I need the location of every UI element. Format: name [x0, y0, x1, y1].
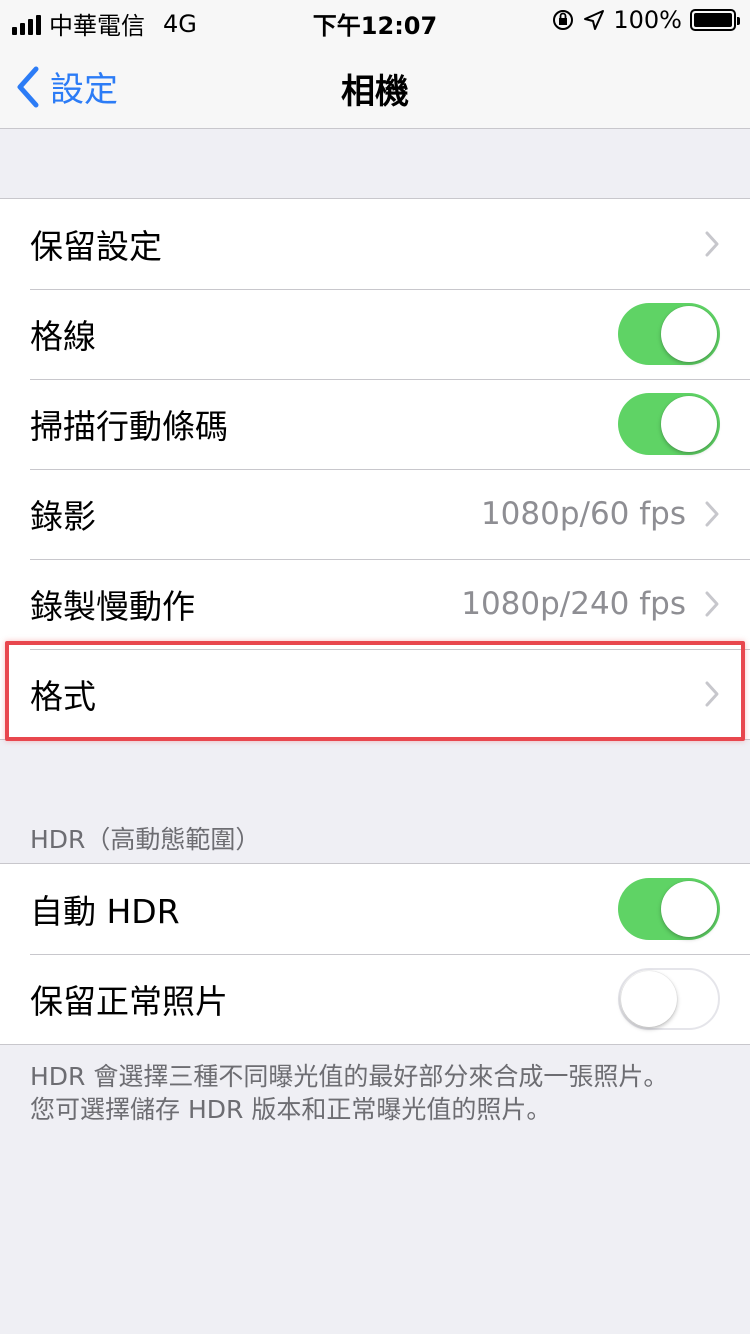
hdr-group: 自動 HDR 保留正常照片 — [0, 863, 750, 1045]
footer-line: HDR 會選擇三種不同曝光值的最好部分來合成一張照片。 — [30, 1062, 669, 1091]
status-bar: 中華電信 4G 下午12:07 100% — [0, 0, 750, 40]
chevron-right-icon — [705, 591, 719, 617]
status-right: 100% — [551, 6, 740, 34]
chevron-right-icon — [705, 231, 719, 257]
scan-qr-toggle[interactable] — [618, 393, 720, 455]
row-record-slomo[interactable]: 錄製慢動作 1080p/240 fps — [0, 559, 750, 649]
grid-toggle[interactable] — [618, 303, 720, 365]
row-record-video[interactable]: 錄影 1080p/60 fps — [0, 469, 750, 559]
row-auto-hdr: 自動 HDR — [0, 864, 750, 954]
battery-percent: 100% — [613, 6, 682, 34]
page-title: 相機 — [341, 72, 409, 112]
row-label: 保留正常照片 — [30, 982, 228, 1021]
row-keep-normal-photo: 保留正常照片 — [0, 954, 750, 1044]
battery-icon — [690, 9, 740, 31]
row-value: 1080p/60 fps — [480, 496, 686, 532]
row-label: 掃描行動條碼 — [30, 407, 228, 446]
row-value: 1080p/240 fps — [461, 586, 686, 622]
row-preserve-settings[interactable]: 保留設定 — [0, 199, 750, 289]
row-formats[interactable]: 格式 — [0, 649, 750, 739]
row-label: 格式 — [30, 677, 96, 716]
keep-normal-photo-toggle[interactable] — [618, 968, 720, 1030]
row-label: 自動 HDR — [30, 892, 180, 931]
row-label: 錄製慢動作 — [30, 587, 195, 626]
row-label: 錄影 — [30, 497, 96, 536]
rotation-lock-icon — [553, 10, 574, 30]
chevron-right-icon — [705, 501, 719, 527]
camera-settings-group: 保留設定 格線 掃描行動條碼 錄影 1080p/60 fps 錄製慢動作 108… — [0, 198, 750, 740]
row-grid: 格線 — [0, 289, 750, 379]
nav-bar: 設定 相機 — [0, 40, 750, 129]
auto-hdr-toggle[interactable] — [618, 878, 720, 940]
footer-line: 您可選擇儲存 HDR 版本和正常曝光值的照片。 — [30, 1095, 552, 1124]
row-scan-qr: 掃描行動條碼 — [0, 379, 750, 469]
row-label: 格線 — [30, 317, 96, 356]
row-label: 保留設定 — [30, 227, 162, 266]
hdr-footer-text: HDR 會選擇三種不同曝光值的最好部分來合成一張照片。 您可選擇儲存 HDR 版… — [30, 1060, 730, 1126]
hdr-section-header: HDR（高動態範圍） — [30, 825, 261, 854]
location-icon — [584, 10, 605, 30]
chevron-right-icon — [705, 681, 719, 707]
